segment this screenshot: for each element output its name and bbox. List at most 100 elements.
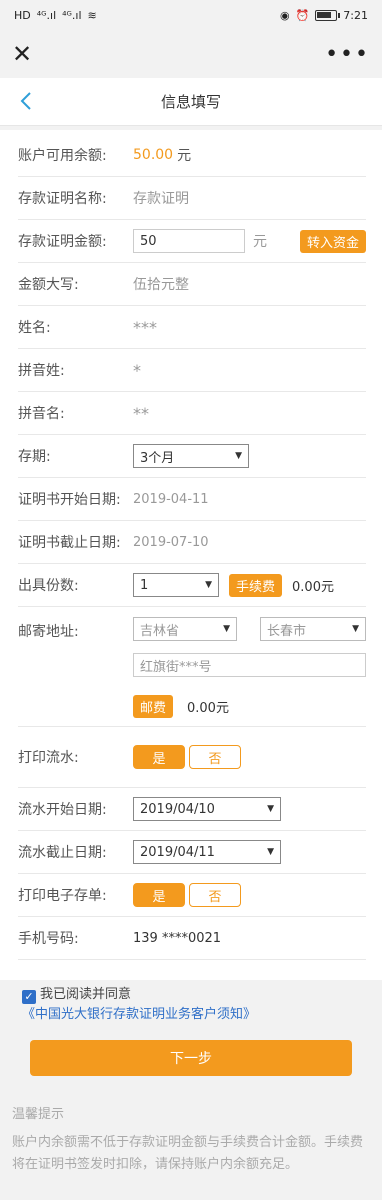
pinyin-first-label: 拼音名: (18, 406, 65, 422)
agree-text: 我已阅读并同意 (40, 987, 132, 1002)
flow-start-value: 2019/04/10 (140, 801, 215, 817)
city-select[interactable]: 长春市 ▼ (260, 617, 366, 641)
signal-icon: ⁴ᴳ.ıl (62, 8, 82, 22)
pinyin-last-row: 拼音姓: * (18, 349, 366, 392)
dropdown-arrow-icon: ▼ (223, 624, 230, 634)
street-input[interactable]: 红旗街***号 (133, 653, 366, 677)
hd-icon: HD (14, 8, 31, 22)
start-date-row: 证明书开始日期: 2019-04-11 (18, 478, 366, 521)
page-title: 信息填写 (160, 93, 221, 111)
wifi-icon: ≋ (87, 8, 97, 22)
balance-row: 账户可用余额: 50.00 元 (18, 134, 366, 177)
end-date-label: 证明书截止日期: (18, 535, 121, 551)
signal-icon: ⁴ᴳ.ıl (36, 8, 57, 22)
copies-row: 出具份数: 1 ▼ 手续费 0.00元 (18, 564, 366, 607)
agreement: ✓ 我已阅读并同意《中国光大银行存款证明业务客户须知》 (22, 985, 362, 1025)
tips: 温馨提示 账户内余额需不低于存款证明金额与手续费合计金额。手续费将在证明书签发时… (12, 1104, 368, 1176)
dropdown-arrow-icon: ▼ (267, 804, 274, 814)
city-value: 长春市 (267, 623, 307, 639)
dropdown-arrow-icon: ▼ (235, 451, 242, 461)
app-bar: ✕ ••• (0, 30, 382, 78)
flow-end-row: 流水截止日期: 2019/04/11 ▼ (18, 831, 366, 874)
more-icon[interactable]: ••• (325, 42, 370, 67)
copies-value: 1 (140, 577, 149, 593)
term-select[interactable]: 3个月 ▼ (133, 444, 249, 468)
address-fields: 吉林省 ▼ 长春市 ▼ 红旗街***号 邮费 0.00元 (133, 617, 366, 718)
term-label: 存期: (18, 449, 51, 465)
agree-checkbox[interactable]: ✓ (22, 990, 36, 1004)
clock: 7:21 (343, 8, 368, 22)
balance-value: 50.00 (133, 147, 174, 163)
flow-end-select[interactable]: 2019/04/11 ▼ (133, 840, 281, 864)
name-row: 姓名: *** (18, 306, 366, 349)
print-e-receipt-toggle: 是 否 (133, 883, 241, 907)
term-row: 存期: 3个月 ▼ (18, 435, 366, 478)
cert-name-value: 存款证明 (133, 191, 189, 207)
dropdown-arrow-icon: ▼ (267, 847, 274, 857)
start-date-value: 2019-04-11 (133, 491, 209, 507)
province-select[interactable]: 吉林省 ▼ (133, 617, 237, 641)
print-flow-no[interactable]: 否 (189, 745, 241, 769)
print-e-receipt-label: 打印电子存单: (18, 888, 107, 904)
cert-amount-input[interactable]: 50 (133, 229, 245, 253)
nav-bar: 信息填写 (0, 78, 382, 126)
back-icon[interactable] (16, 90, 38, 112)
transfer-funds-button[interactable]: 转入资金 (299, 229, 366, 253)
terms-link[interactable]: 《中国光大银行存款证明业务客户须知》 (22, 1007, 256, 1022)
balance-label: 账户可用余额: (18, 148, 107, 164)
cert-name-label: 存款证明名称: (18, 191, 107, 207)
postage-value: 0.00元 (187, 701, 229, 716)
copies-label: 出具份数: (18, 578, 79, 594)
status-bar: HD ⁴ᴳ.ıl ⁴ᴳ.ıl ≋ ◉ ⏰ 7:21 (0, 0, 382, 30)
flow-start-label: 流水开始日期: (18, 802, 107, 818)
phone-label: 手机号码: (18, 931, 79, 947)
print-flow-row: 打印流水: 是 否 (18, 727, 366, 788)
amount-caps-value: 伍拾元整 (133, 277, 189, 293)
print-e-receipt-yes[interactable]: 是 (133, 883, 185, 907)
amount-caps-label: 金额大写: (18, 277, 79, 293)
cert-name-row: 存款证明名称: 存款证明 (18, 177, 366, 220)
pinyin-first-value: ** (133, 403, 149, 423)
phone-value: 139 ****0021 (133, 930, 222, 946)
print-flow-toggle: 是 否 (133, 745, 241, 769)
copies-select[interactable]: 1 ▼ (133, 573, 219, 597)
dropdown-arrow-icon: ▼ (352, 624, 359, 634)
pinyin-first-row: 拼音名: ** (18, 392, 366, 435)
flow-start-row: 流水开始日期: 2019/04/10 ▼ (18, 788, 366, 831)
amount-caps-row: 金额大写: 伍拾元整 (18, 263, 366, 306)
province-value: 吉林省 (140, 623, 180, 639)
flow-end-label: 流水截止日期: (18, 845, 107, 861)
next-button[interactable]: 下一步 (30, 1040, 352, 1076)
name-value: *** (133, 317, 157, 337)
alarm-icon: ⏰ (295, 8, 310, 22)
name-label: 姓名: (18, 320, 51, 336)
address-label: 邮寄地址: (18, 624, 79, 640)
fee-value: 0.00元 (292, 579, 334, 595)
end-date-value: 2019-07-10 (133, 534, 209, 550)
fee-badge: 手续费 (229, 573, 283, 597)
print-flow-yes[interactable]: 是 (133, 745, 185, 769)
pinyin-last-value: * (133, 360, 141, 380)
dropdown-arrow-icon: ▼ (205, 580, 212, 590)
print-e-receipt-no[interactable]: 否 (189, 883, 241, 907)
tips-body: 账户内余额需不低于存款证明金额与手续费合计金额。手续费将在证明书签发时扣除，请保… (12, 1135, 364, 1172)
balance-unit: 元 (177, 148, 192, 164)
end-date-row: 证明书截止日期: 2019-07-10 (18, 521, 366, 564)
cert-amount-row: 存款证明金额: 50 元 转入资金 (18, 220, 366, 263)
eye-icon: ◉ (279, 8, 290, 22)
term-value: 3个月 (140, 450, 175, 466)
print-e-receipt-row: 打印电子存单: 是 否 (18, 874, 366, 917)
tips-title: 温馨提示 (12, 1107, 65, 1122)
battery-icon (315, 9, 341, 21)
print-flow-label: 打印流水: (18, 750, 79, 766)
cert-amount-unit: 元 (253, 234, 267, 250)
address-row: 邮寄地址: 吉林省 ▼ 长春市 ▼ 红旗街***号 邮费 0.00元 (18, 607, 366, 727)
close-icon[interactable]: ✕ (12, 42, 32, 66)
flow-start-select[interactable]: 2019/04/10 ▼ (133, 797, 281, 821)
info-form: 账户可用余额: 50.00 元 存款证明名称: 存款证明 存款证明金额: 50 … (0, 130, 382, 980)
cert-amount-label: 存款证明金额: (18, 234, 107, 250)
pinyin-last-label: 拼音姓: (18, 363, 65, 379)
phone-row: 手机号码: 139 ****0021 (18, 917, 366, 960)
postage-badge: 邮费 (133, 695, 174, 718)
start-date-label: 证明书开始日期: (18, 492, 121, 508)
